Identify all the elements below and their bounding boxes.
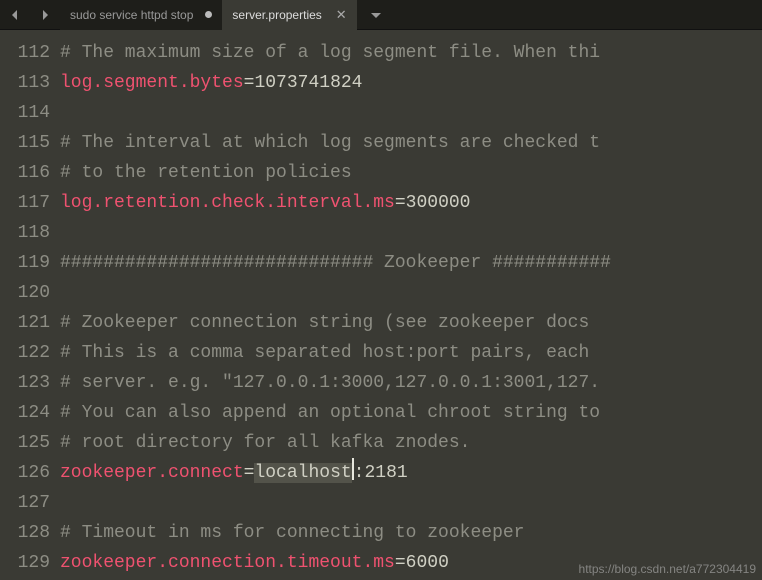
line-number: 122 [0,338,50,368]
equals-sign: = [395,553,406,573]
property-key: zookeeper.connect [60,463,244,483]
code-line[interactable] [60,488,762,518]
comment-text: # server. e.g. "127.0.0.1:3000,127.0.0.1… [60,373,600,393]
editor-pane[interactable]: 1121131141151161171181191201211221231241… [0,30,762,580]
comment-text: # The maximum size of a log segment file… [60,43,600,63]
line-number: 113 [0,68,50,98]
property-key: zookeeper.connection.timeout.ms [60,553,395,573]
code-line[interactable]: # Timeout in ms for connecting to zookee… [60,518,762,548]
code-line[interactable]: zookeeper.connection.timeout.ms=6000 [60,548,762,578]
tab-overflow-button[interactable] [361,0,391,30]
comment-text: # You can also append an optional chroot… [60,403,600,423]
tab-label: server.properties [232,8,321,22]
line-number: 125 [0,428,50,458]
code-line[interactable] [60,98,762,128]
tab-bar: sudo service httpd stop server.properties… [0,0,762,30]
property-value: 1073741824 [254,73,362,93]
line-number: 112 [0,38,50,68]
comment-text: # to the retention policies [60,163,352,183]
tab-next-button[interactable] [30,0,60,30]
line-number: 120 [0,278,50,308]
property-value-part: :2181 [354,463,408,483]
property-key: log.segment.bytes [60,73,244,93]
close-icon[interactable]: ✕ [336,8,347,21]
line-number: 116 [0,158,50,188]
equals-sign: = [244,463,255,483]
code-line[interactable]: # You can also append an optional chroot… [60,398,762,428]
equals-sign: = [395,193,406,213]
line-number: 123 [0,368,50,398]
property-value-part: localhost [254,463,351,483]
comment-text: # Timeout in ms for connecting to zookee… [60,523,524,543]
tab-0[interactable]: sudo service httpd stop [60,0,222,30]
code-line[interactable]: # server. e.g. "127.0.0.1:3000,127.0.0.1… [60,368,762,398]
line-number: 121 [0,308,50,338]
code-line[interactable]: log.segment.bytes=1073741824 [60,68,762,98]
comment-text: # The interval at which log segments are… [60,133,600,153]
line-number: 115 [0,128,50,158]
tab-prev-button[interactable] [0,0,30,30]
code-line[interactable]: # This is a comma separated host:port pa… [60,338,762,368]
code-line[interactable] [60,278,762,308]
code-line[interactable]: # The maximum size of a log segment file… [60,38,762,68]
code-line[interactable]: zookeeper.connect=localhost:2181 [60,458,762,488]
line-number: 119 [0,248,50,278]
tab-label: sudo service httpd stop [70,8,193,22]
line-number: 129 [0,548,50,578]
property-value: 6000 [406,553,449,573]
line-number: 128 [0,518,50,548]
line-number: 114 [0,98,50,128]
code-line[interactable]: log.retention.check.interval.ms=300000 [60,188,762,218]
property-value: 300000 [406,193,471,213]
code-line[interactable]: # The interval at which log segments are… [60,128,762,158]
line-number: 124 [0,398,50,428]
code-line[interactable]: # Zookeeper connection string (see zooke… [60,308,762,338]
line-number: 127 [0,488,50,518]
code-line[interactable]: # to the retention policies [60,158,762,188]
code-line[interactable]: # root directory for all kafka znodes. [60,428,762,458]
line-number: 117 [0,188,50,218]
comment-text: ############################# Zookeeper … [60,253,611,273]
equals-sign: = [244,73,255,93]
dirty-indicator-icon [205,11,212,18]
comment-text: # This is a comma separated host:port pa… [60,343,600,363]
line-number: 118 [0,218,50,248]
line-number: 126 [0,458,50,488]
comment-text: # Zookeeper connection string (see zooke… [60,313,600,333]
line-number-gutter: 1121131141151161171181191201211221231241… [0,30,60,580]
code-area[interactable]: # The maximum size of a log segment file… [60,30,762,580]
tab-1[interactable]: server.properties ✕ [222,0,356,30]
code-line[interactable] [60,218,762,248]
comment-text: # root directory for all kafka znodes. [60,433,470,453]
code-line[interactable]: ############################# Zookeeper … [60,248,762,278]
property-key: log.retention.check.interval.ms [60,193,395,213]
